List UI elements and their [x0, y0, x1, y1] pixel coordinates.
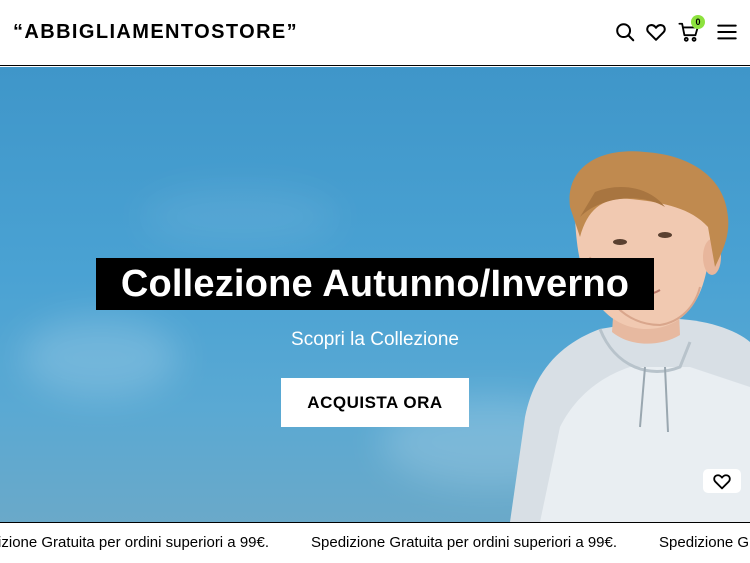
ticker-item: Spedizione Gratuita per ordini superiori… [659, 534, 750, 551]
hero-subtitle: Scopri la Collezione [291, 329, 459, 350]
heart-icon [713, 474, 731, 490]
shop-now-button[interactable]: ACQUISTA ORA [281, 378, 469, 427]
hero-title: Collezione Autunno/Inverno [96, 258, 654, 310]
ticker-track: Spedizione Gratuita per ordini superiori… [0, 534, 750, 551]
ticker-item: Spedizione Gratuita per ordini superiori… [0, 534, 270, 551]
search-button[interactable] [613, 20, 637, 44]
cart-button[interactable]: 0 [677, 15, 705, 44]
shipping-ticker: Spedizione Gratuita per ordini superiori… [0, 522, 750, 563]
store-logo[interactable]: “ABBIGLIAMENTOSTORE” [13, 21, 298, 44]
site-header: “ABBIGLIAMENTOSTORE” 0 [0, 0, 750, 66]
ticker-item: Spedizione Gratuita per ordini superiori… [311, 534, 618, 551]
wishlist-button[interactable] [644, 20, 668, 44]
menu-icon [717, 24, 737, 40]
menu-button[interactable] [715, 20, 739, 44]
hero-banner: Collezione Autunno/Inverno Scopri la Col… [0, 67, 750, 522]
cart-count-badge: 0 [691, 15, 705, 29]
heart-icon [646, 24, 666, 41]
search-icon [616, 23, 635, 42]
hero-wishlist-button[interactable] [703, 469, 741, 493]
